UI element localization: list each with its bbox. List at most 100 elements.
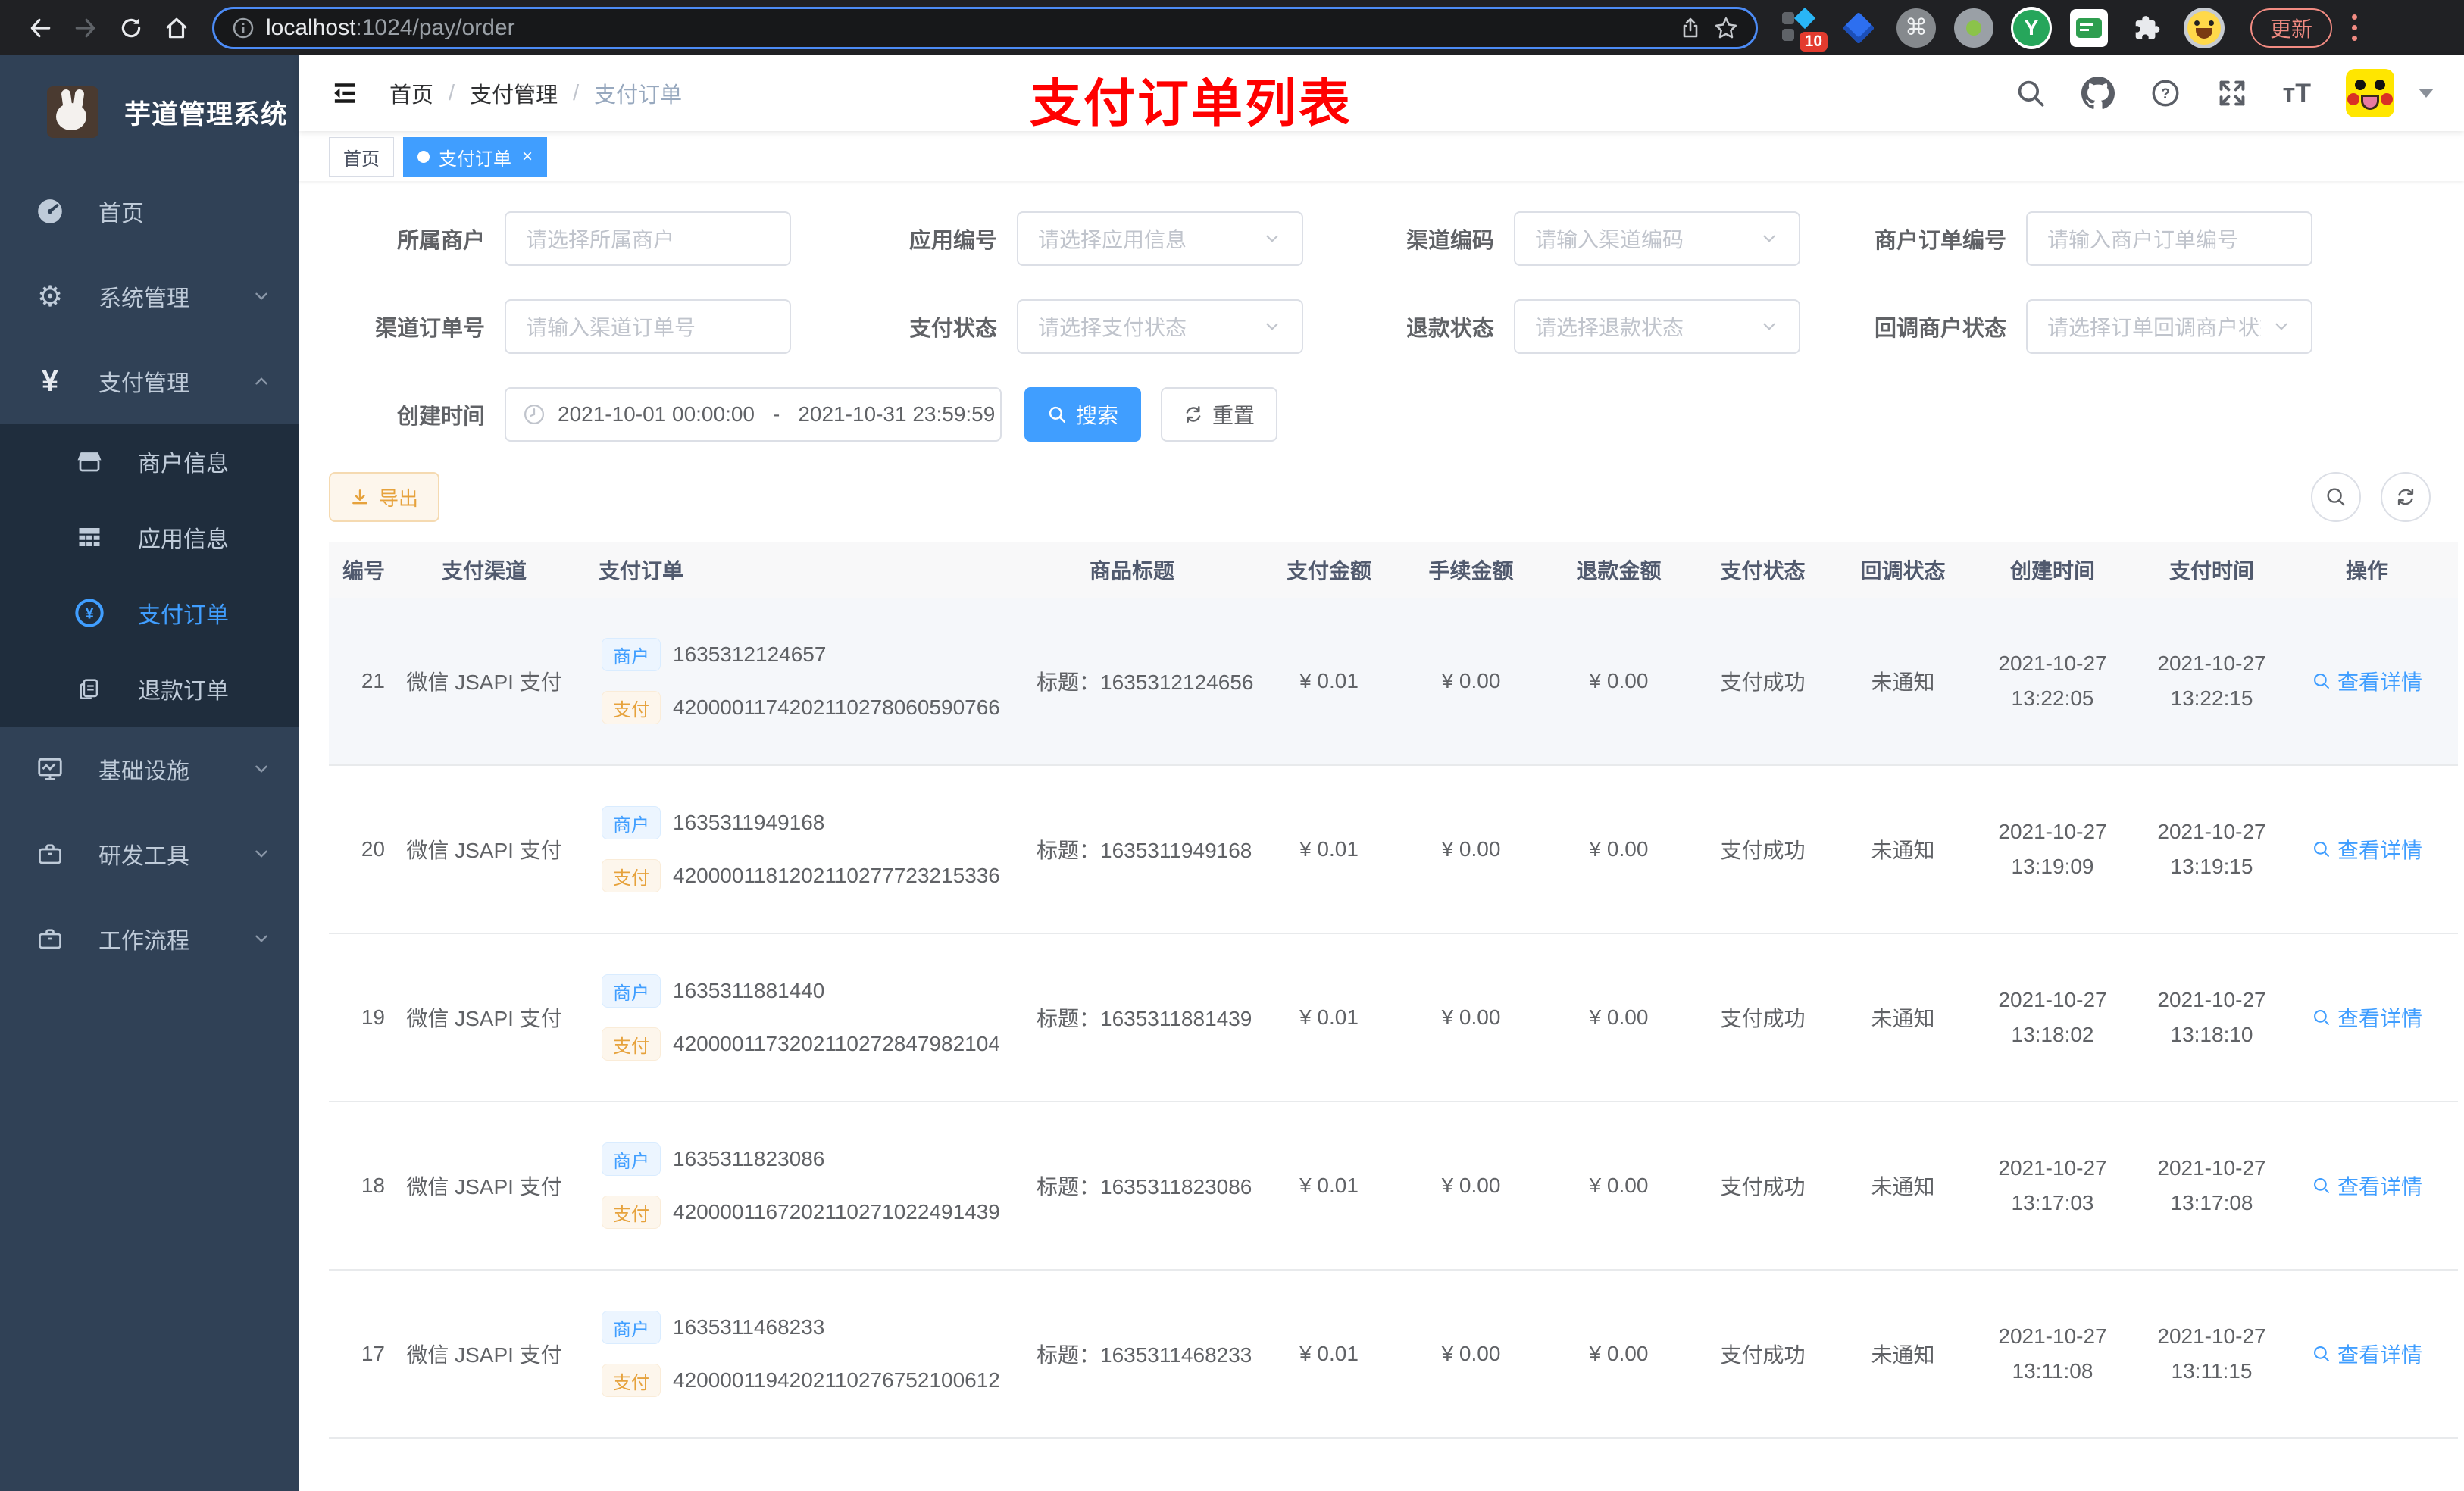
pay-status-select[interactable]: 请选择支付状态	[1017, 299, 1303, 354]
view-detail-link[interactable]: 查看详情	[2312, 1171, 2422, 1201]
toggle-search-button[interactable]	[2311, 472, 2361, 522]
create-time-cell: 2021-10-27 13:22:05	[1998, 652, 2107, 710]
tag-pay-order[interactable]: 支付订单 ×	[403, 137, 548, 177]
sidebar-item-pay-order[interactable]: ¥ 支付订单	[0, 575, 299, 651]
fullscreen-icon[interactable]	[2216, 77, 2248, 109]
notify-status-select[interactable]: 请选择订单回调商户状态	[2026, 299, 2312, 354]
bookmark-star-icon[interactable]	[1713, 15, 1739, 41]
extension-devtools-icon[interactable]: 10	[1781, 7, 1828, 52]
browser-home-button[interactable]	[156, 8, 197, 48]
merchant-select[interactable]: 请选择所属商户	[505, 211, 791, 266]
merchant-order-no-input[interactable]: 请输入商户订单编号	[2026, 211, 2312, 266]
filter-row-1: 所属商户 请选择所属商户 应用编号 请选择应用信息 渠道编码 请输入渠道编码 商…	[329, 211, 2458, 266]
breadcrumb-payment[interactable]: 支付管理	[470, 77, 558, 109]
tags-view-bar: 首页 支付订单 ×	[299, 131, 2464, 181]
extension-y-icon[interactable]: Y	[2011, 6, 2052, 49]
column-header: 商品标题	[1089, 559, 1174, 583]
browser-back-button[interactable]	[20, 8, 61, 48]
font-size-icon[interactable]: тT	[2283, 79, 2311, 108]
notify-status-cell: 未通知	[1871, 1007, 1935, 1030]
sidebar-item-workflow[interactable]: 工作流程	[0, 896, 299, 981]
user-avatar[interactable]	[2346, 69, 2394, 117]
close-icon[interactable]: ×	[522, 146, 533, 167]
refresh-button[interactable]	[2381, 472, 2431, 522]
product-title-cell: 标题：1635312124656	[1037, 670, 1254, 694]
pay-status-cell: 支付成功	[1720, 670, 1806, 694]
export-button[interactable]: 导出	[329, 472, 440, 522]
browser-reload-button[interactable]	[111, 8, 152, 48]
table-header-row: 编号 支付渠道 支付订单 商品标题 支付金额 手续金额 退款金额 支付状态 回调…	[329, 542, 2458, 598]
sidebar-item-app-info[interactable]: 应用信息	[0, 499, 299, 575]
table-row[interactable]: 19 微信 JSAPI 支付 商户 1635311881440 支付 42000…	[329, 934, 2458, 1102]
extension-emoji-icon[interactable]	[2184, 7, 2225, 48]
document-icon	[73, 676, 106, 702]
sidebar-item-devtools[interactable]: 研发工具	[0, 811, 299, 896]
payment-submenu: 商户信息 应用信息 ¥ 支付订单 退款订单	[0, 424, 299, 727]
app-logo-avatar	[47, 86, 98, 138]
table-row[interactable]: 21 微信 JSAPI 支付 商户 1635312124657 支付 42000…	[329, 598, 2458, 766]
breadcrumb-home[interactable]: 首页	[389, 77, 433, 109]
pay-tag: 支付	[602, 691, 661, 724]
view-detail-link[interactable]: 查看详情	[2312, 1002, 2422, 1033]
chevron-down-icon	[1759, 317, 1779, 336]
extension-chat-icon[interactable]	[2068, 8, 2109, 48]
sidebar-item-label: 系统管理	[98, 286, 189, 311]
extension-kite-icon[interactable]	[1838, 8, 1879, 48]
app-id-select[interactable]: 请选择应用信息	[1017, 211, 1303, 266]
sidebar-item-merchant-info[interactable]: 商户信息	[0, 424, 299, 499]
sidebar-collapse-icon[interactable]	[329, 77, 361, 109]
pay-time-cell: 2021-10-27 13:11:15	[2157, 1324, 2266, 1383]
view-detail-label: 查看详情	[2337, 839, 2422, 862]
view-detail-link[interactable]: 查看详情	[2312, 834, 2422, 864]
sidebar-item-infra[interactable]: 基础设施	[0, 727, 299, 811]
create-time-range-picker[interactable]: 2021-10-01 00:00:00 - 2021-10-31 23:59:5…	[505, 387, 1002, 442]
filter-label: 创建时间	[396, 405, 485, 429]
user-menu-caret-icon[interactable]	[2419, 89, 2434, 98]
table-row[interactable]: 商户 1635311157126	[329, 1439, 2458, 1491]
tag-home[interactable]: 首页	[329, 137, 394, 177]
merchant-order-no: 1635311949168	[673, 811, 825, 834]
table-row[interactable]: 17 微信 JSAPI 支付 商户 1635311468233 支付 42000…	[329, 1271, 2458, 1439]
view-detail-link[interactable]: 查看详情	[2312, 666, 2422, 696]
svg-text:?: ?	[2161, 86, 2170, 102]
sidebar-item-payment[interactable]: ¥ 支付管理	[0, 339, 299, 424]
refund-status-select[interactable]: 请选择退款状态	[1514, 299, 1800, 354]
navbar: 首页 / 支付管理 / 支付订单 支付订单列表 ? тT	[299, 55, 2464, 133]
briefcase-icon	[33, 840, 67, 867]
column-header: 支付时间	[2169, 559, 2254, 583]
channel-order-no: 4200001194202110276752100612	[673, 1368, 1000, 1392]
search-icon[interactable]	[2015, 77, 2047, 109]
site-info-icon[interactable]	[231, 16, 255, 40]
browser-menu-icon[interactable]	[2352, 14, 2358, 41]
table-row[interactable]: 20 微信 JSAPI 支付 商户 1635311949168 支付 42000…	[329, 766, 2458, 934]
table-row[interactable]: 18 微信 JSAPI 支付 商户 1635311823086 支付 42000…	[329, 1102, 2458, 1271]
filter-label: 商户订单编号	[1874, 229, 2006, 253]
sidebar-item-refund-order[interactable]: 退款订单	[0, 651, 299, 727]
sidebar-logo[interactable]: 芋道管理系统	[0, 55, 299, 169]
channel-order-no-input[interactable]: 请输入渠道订单号	[505, 299, 791, 354]
navbar-actions: ? тT	[2015, 69, 2434, 117]
share-icon[interactable]	[1678, 16, 1703, 40]
github-icon[interactable]	[2081, 77, 2115, 110]
extension-puzzle-icon[interactable]	[2126, 8, 2167, 48]
column-header: 支付渠道	[441, 559, 527, 583]
view-detail-link[interactable]: 查看详情	[2312, 1339, 2422, 1369]
pay-order-cell: 商户 1635311823086 支付 42000011672021102710…	[579, 1142, 1003, 1229]
breadcrumb-current: 支付订单	[594, 83, 683, 108]
search-button[interactable]: 搜索	[1024, 387, 1142, 442]
url-text[interactable]: localhost:1024/pay/order	[266, 15, 1668, 41]
extension-command-icon[interactable]: ⌘	[1896, 8, 1937, 48]
date-range-start: 2021-10-01 00:00:00	[558, 402, 755, 426]
browser-forward-button[interactable]	[65, 8, 106, 48]
extension-dot-icon[interactable]	[1953, 8, 1994, 48]
sidebar-item-home[interactable]: 首页	[0, 169, 299, 254]
browser-update-button[interactable]: 更新	[2250, 8, 2333, 48]
clock-icon	[523, 403, 546, 426]
address-bar[interactable]: localhost:1024/pay/order	[212, 6, 1758, 49]
notify-status-cell: 未通知	[1871, 1175, 1935, 1199]
sidebar-item-system[interactable]: ⚙ 系统管理	[0, 254, 299, 339]
pay-order-cell: 商户 1635312124657 支付 42000011742021102780…	[579, 638, 1003, 724]
channel-code-select[interactable]: 请输入渠道编码	[1514, 211, 1800, 266]
help-icon[interactable]: ?	[2150, 77, 2181, 109]
reset-button[interactable]: 重置	[1161, 387, 1278, 442]
